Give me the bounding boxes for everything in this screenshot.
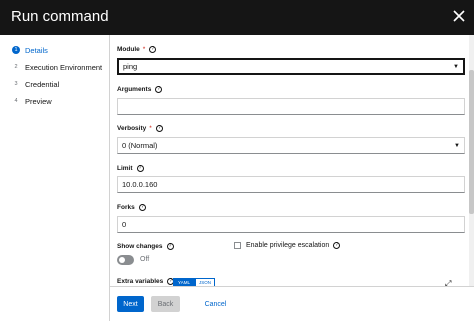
wizard-step-credential[interactable]: 3 Credential [12, 78, 59, 90]
help-icon[interactable]: ? [138, 204, 146, 211]
help-icon[interactable]: ? [149, 46, 157, 53]
wizard-footer: Next Back Cancel [110, 286, 474, 321]
wizard-step-execution-environment[interactable]: 2 Execution Environment [12, 61, 102, 73]
limit-input[interactable]: 10.0.0.160 [117, 176, 465, 193]
modal-title: Run command [11, 8, 109, 25]
step-label: Execution Environment [25, 62, 103, 72]
modal-header: Run command [0, 0, 474, 35]
help-icon[interactable]: ? [166, 243, 174, 250]
scrollbar-thumb[interactable] [469, 70, 474, 214]
module-value: ping [123, 62, 138, 71]
arguments-label: Arguments ? [117, 86, 163, 93]
show-changes-toggle[interactable] [117, 255, 134, 265]
verbosity-label: Verbosity * ? [117, 125, 163, 132]
step-label: Preview [25, 96, 52, 106]
help-icon[interactable]: ? [155, 86, 163, 93]
required-marker: * [149, 125, 152, 132]
module-select[interactable]: ping ▼ [117, 58, 465, 75]
help-icon[interactable]: ? [136, 165, 144, 172]
help-icon[interactable]: ? [155, 125, 163, 132]
show-changes-label: Show changes ? [117, 243, 174, 250]
toggle-state-label: Off [140, 256, 150, 263]
step-number: 4 [14, 98, 18, 104]
step-number: 3 [14, 81, 18, 87]
arguments-input[interactable] [117, 98, 465, 115]
wizard-content: Module * ? ping ▼ Arguments ? Verbosity * … [110, 35, 466, 287]
caret-down-icon: ▼ [454, 142, 460, 149]
wizard-step-details[interactable]: 1 Details [12, 44, 48, 56]
cancel-button[interactable]: Cancel [203, 296, 228, 312]
forks-label: Forks ? [117, 204, 146, 211]
forks-input[interactable]: 0 [117, 216, 465, 233]
forks-value: 0 [122, 220, 127, 229]
verbosity-select[interactable]: 0 (Normal) ▼ [117, 137, 465, 154]
step-number: 2 [14, 64, 18, 70]
privilege-escalation-checkbox[interactable] [234, 242, 241, 249]
help-icon[interactable]: ? [333, 242, 341, 249]
back-button[interactable]: Back [151, 296, 180, 312]
limit-label: Limit ? [117, 165, 144, 172]
privilege-escalation-label: Enable privilege escalation [246, 242, 330, 249]
extra-variables-label: Extra variables ? [117, 278, 175, 285]
privilege-escalation-row: Enable privilege escalation ? [234, 242, 341, 249]
wizard-nav: 1 Details 2 Execution Environment 3 Cred… [0, 35, 110, 321]
step-label: Details [25, 45, 48, 55]
caret-down-icon: ▼ [453, 63, 459, 70]
verbosity-value: 0 (Normal) [122, 141, 158, 150]
module-label: Module * ? [117, 46, 157, 53]
limit-value: 10.0.0.160 [122, 180, 158, 189]
close-icon[interactable] [452, 9, 466, 23]
wizard-step-preview[interactable]: 4 Preview [12, 95, 52, 107]
next-button[interactable]: Next [117, 296, 144, 312]
step-label: Credential [25, 79, 60, 89]
step-number: 1 [12, 46, 20, 54]
required-marker: * [142, 46, 146, 53]
